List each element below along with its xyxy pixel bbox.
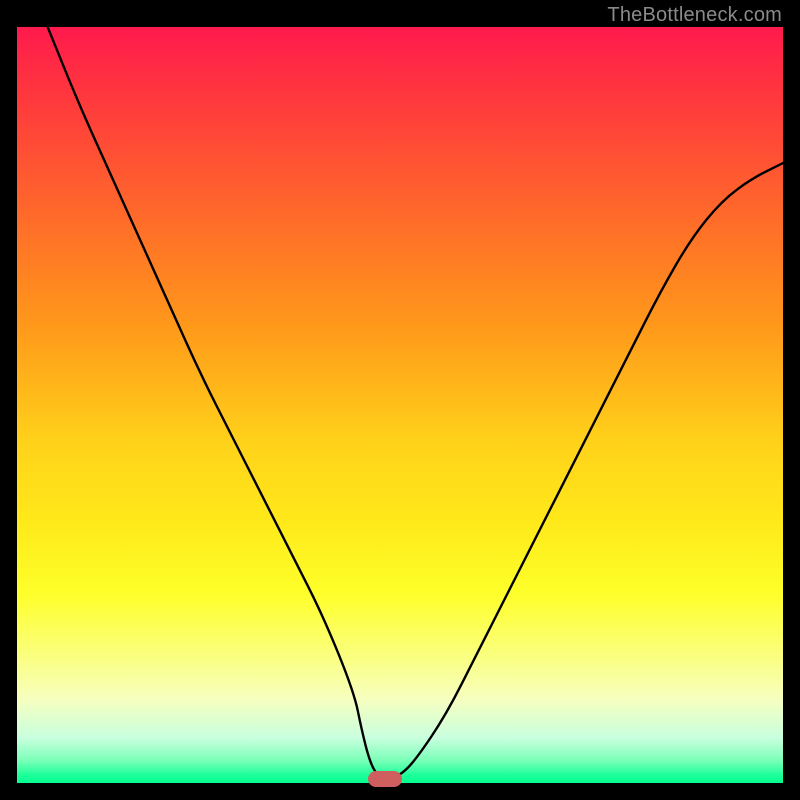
watermark-text: TheBottleneck.com (607, 4, 782, 27)
chart-plot-area (17, 27, 783, 783)
bottleneck-curve (17, 27, 783, 775)
chart-svg (17, 27, 783, 783)
optimum-marker (368, 771, 402, 787)
